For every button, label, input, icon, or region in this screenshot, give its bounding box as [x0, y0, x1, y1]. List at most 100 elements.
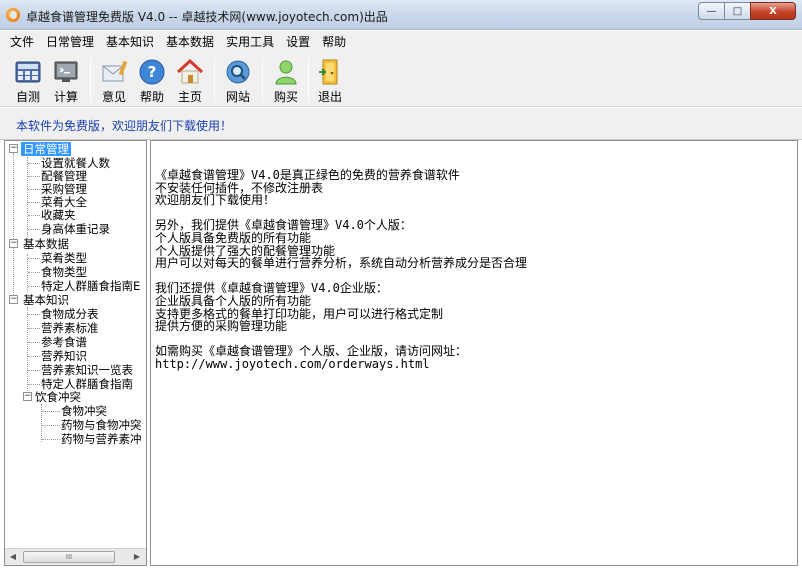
purchase-button[interactable]: 购买 [268, 55, 304, 105]
self-test-button[interactable]: 自测 [10, 55, 46, 105]
collapse-daily-icon[interactable]: − [9, 144, 18, 153]
scrollbar-grip-icon: III [65, 553, 73, 561]
tree-node-basic-data[interactable]: 基本数据 [23, 237, 69, 251]
menu-tools[interactable]: 实用工具 [220, 33, 280, 50]
tree-node-daily-label: 日常管理 [21, 142, 71, 156]
toolbar-separator [308, 58, 309, 102]
tree-item-dining-count[interactable]: 设置就餐人数 [41, 156, 110, 170]
close-button[interactable]: X [750, 2, 796, 20]
collapse-basic-knowledge-icon[interactable]: − [9, 295, 18, 304]
homepage-button[interactable]: 主页 [172, 55, 208, 105]
help-button[interactable]: ? 帮助 [134, 55, 170, 105]
notice-bar: 本软件为免费版，欢迎朋友们下载使用！ [0, 108, 802, 140]
tree-item-purchasing[interactable]: 采购管理 [41, 182, 87, 196]
close-icon: X [769, 5, 777, 17]
content-line: 用户可以对每天的餐单进行营养分析，系统自动分析营养成分是否合理 [155, 256, 528, 271]
menu-bar: 文件 日常管理 基本知识 基本数据 实用工具 设置 帮助 [0, 31, 802, 52]
help-label: 帮助 [139, 90, 164, 104]
tree-item-nutrient-overview[interactable]: 营养素知识一览表 [41, 363, 133, 377]
scrollbar-thumb[interactable]: III [23, 551, 115, 563]
collapse-basic-data-icon[interactable]: − [9, 239, 18, 248]
tree-connector [28, 163, 40, 164]
home-icon [176, 58, 204, 86]
calculate-button[interactable]: 计算 [48, 55, 84, 105]
tree-item-food-composition[interactable]: 食物成分表 [41, 307, 99, 321]
feedback-button[interactable]: 意见 [96, 55, 132, 105]
tree-connector [28, 272, 40, 273]
tree-item-food-types[interactable]: 食物类型 [41, 265, 87, 279]
content-pane: 《卓越食谱管理》V4.0是真正绿色的免费的营养食谱软件 不安装任何插件，不修改注… [150, 140, 798, 566]
menu-file[interactable]: 文件 [4, 33, 40, 50]
tree-connector [28, 370, 40, 371]
window-title: 卓越食谱管理免费版 V4.0 -- 卓越技术网(www.joyotech.com… [26, 10, 388, 24]
tree-connector [28, 328, 40, 329]
tree-node-diet-conflict[interactable]: 饮食冲突 [35, 390, 81, 404]
website-button[interactable]: 网站 [220, 55, 256, 105]
scroll-left-icon[interactable]: ◀ [6, 551, 20, 563]
minimize-button[interactable]: — [698, 2, 725, 20]
tree-item-diet-guide[interactable]: 特定人群膳食指南 [41, 377, 133, 391]
tree-node-daily[interactable]: 日常管理 [21, 142, 71, 156]
title-bar: 卓越食谱管理免费版 V4.0 -- 卓越技术网(www.joyotech.com… [0, 0, 802, 30]
minimize-icon: — [706, 5, 717, 17]
menu-daily-management[interactable]: 日常管理 [40, 33, 100, 50]
maximize-button[interactable]: □ [724, 2, 751, 20]
tree-item-meal-planning[interactable]: 配餐管理 [41, 169, 87, 183]
content-line: 欢迎朋友们下载使用！ [155, 193, 276, 208]
tree-item-nutrient-standard[interactable]: 营养素标准 [41, 321, 99, 335]
collapse-diet-conflict-icon[interactable]: − [23, 392, 32, 401]
menu-help[interactable]: 帮助 [316, 33, 352, 50]
tree-node-basic-knowledge[interactable]: 基本知识 [23, 293, 69, 307]
calculator-grid-icon [14, 58, 42, 86]
tree-connector [42, 439, 60, 440]
globe-search-icon [224, 58, 252, 86]
tree-connector [27, 157, 28, 239]
scroll-right-icon[interactable]: ▶ [130, 551, 144, 563]
tree-connector [28, 356, 40, 357]
tree-connector [42, 425, 60, 426]
horizontal-scrollbar[interactable]: ◀ III ▶ [5, 548, 146, 565]
calculate-label: 计算 [53, 90, 78, 104]
toolbar-separator [90, 58, 91, 102]
menu-settings[interactable]: 设置 [280, 33, 316, 50]
website-label: 网站 [225, 90, 250, 104]
tree-connector [28, 286, 40, 287]
tree-connector [27, 307, 28, 399]
toolbar-separator [262, 58, 263, 102]
content-line: 提供方便的采购管理功能 [155, 319, 288, 334]
tree-connector [28, 229, 40, 230]
feedback-label: 意见 [101, 90, 126, 104]
menu-basic-data[interactable]: 基本数据 [160, 33, 220, 50]
maximize-icon: □ [732, 5, 743, 17]
content-line: http://www.joyotech.com/orderways.html [155, 356, 430, 371]
self-test-label: 自测 [15, 90, 40, 104]
tree-connector [28, 258, 40, 259]
tree-item-nutrition-knowledge[interactable]: 营养知识 [41, 349, 87, 363]
toolbar-separator [214, 58, 215, 102]
tree-connector [42, 411, 60, 412]
tree-connector [28, 384, 40, 385]
tree-item-favorites[interactable]: 收藏夹 [41, 208, 76, 222]
tree-item-drug-food-conflict[interactable]: 药物与食物冲突 [61, 418, 142, 432]
tree-item-drug-nutrient-conflict[interactable]: 药物与营养素冲 [61, 432, 142, 446]
monitor-icon [52, 58, 80, 86]
app-logo-icon [6, 8, 20, 22]
tree-item-dishes[interactable]: 菜肴大全 [41, 195, 87, 209]
user-icon [272, 58, 300, 86]
menu-basic-knowledge[interactable]: 基本知识 [100, 33, 160, 50]
tree-item-food-conflict[interactable]: 食物冲突 [61, 404, 107, 418]
exit-button[interactable]: 退出 [312, 55, 348, 105]
tree-item-reference-recipes[interactable]: 参考食谱 [41, 335, 87, 349]
purchase-label: 购买 [273, 90, 298, 104]
tree-connector [41, 404, 42, 442]
tree-connector [13, 153, 14, 301]
svg-text:?: ? [148, 63, 157, 81]
toolbar: 自测 计算 意见 ? 帮助 主页 网站 购买 退出 [0, 52, 802, 107]
content-text: 《卓越食谱管理》V4.0是真正绿色的免费的营养食谱软件 不安装任何插件，不修改注… [155, 169, 527, 371]
tree-item-diet-guide-e[interactable]: 特定人群膳食指南E [41, 279, 140, 293]
mail-icon [100, 58, 128, 86]
tree-item-height-weight[interactable]: 身高体重记录 [41, 222, 110, 236]
exit-label: 退出 [317, 90, 342, 104]
exit-door-icon [316, 58, 344, 86]
tree-item-dish-types[interactable]: 菜肴类型 [41, 251, 87, 265]
